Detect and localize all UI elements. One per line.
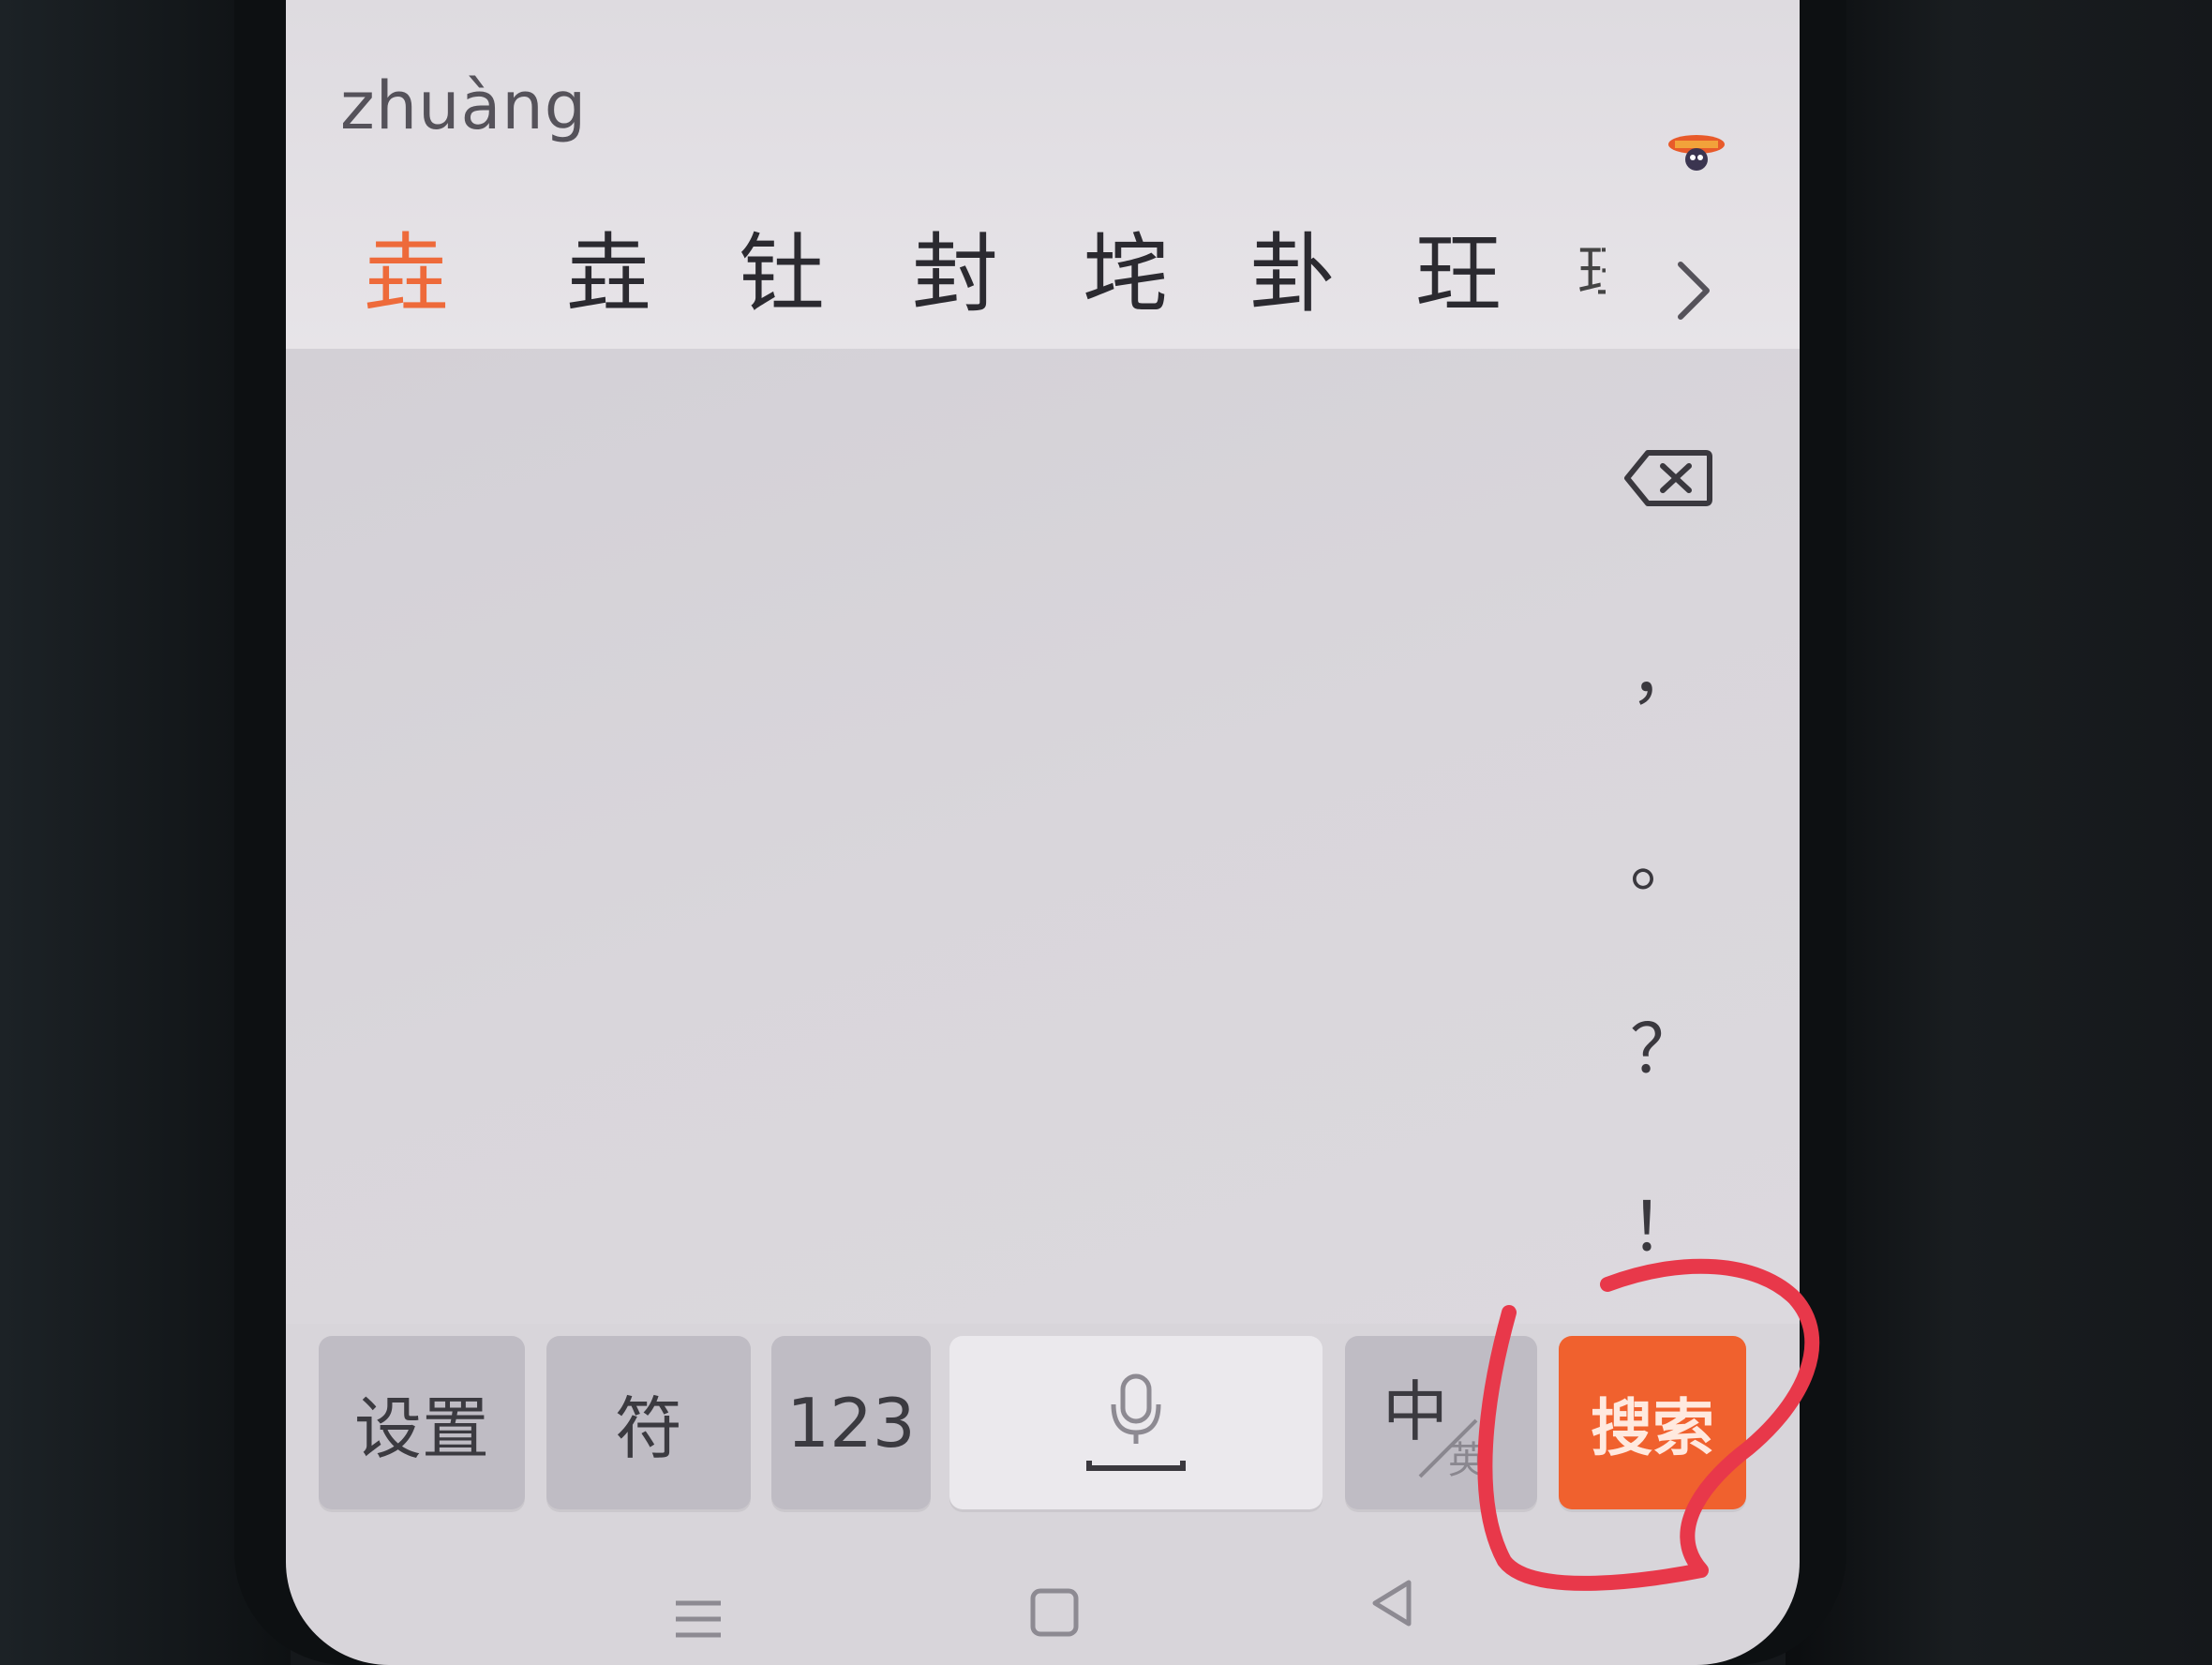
candidate-6[interactable]: 卦	[1249, 204, 1336, 329]
home-icon[interactable]	[1026, 1584, 1083, 1641]
candidate-3[interactable]: 钍	[739, 204, 825, 329]
handwriting-area[interactable]	[286, 349, 1800, 1324]
candidate-7[interactable]: 玨	[1415, 204, 1502, 329]
back-icon[interactable]	[1364, 1575, 1420, 1631]
symbols-key[interactable]: 符	[546, 1336, 751, 1509]
microphone-icon	[1086, 1373, 1186, 1471]
language-switch-key[interactable]: 中 英	[1345, 1336, 1537, 1509]
candidate-5[interactable]: 垞	[1083, 204, 1169, 329]
mascot-icon[interactable]	[1664, 131, 1729, 178]
candidate-partial[interactable]: 玨	[1577, 227, 1606, 308]
pinyin-composition: zhuàng	[340, 68, 588, 144]
candidate-1[interactable]: 垚	[363, 204, 449, 329]
backspace-icon[interactable]	[1622, 445, 1715, 511]
period-key[interactable]: 。	[1626, 806, 1701, 905]
candidate-bar: zhuàng 垚 垚 钍 封 垞 卦 玨 玨	[286, 0, 1800, 351]
candidate-2[interactable]: 垚	[565, 204, 651, 329]
phone-screen: zhuàng 垚 垚 钍 封 垞 卦 玨 玨 ， 。 ？ ！ 设置 符 123	[286, 0, 1800, 1665]
chevron-right-icon[interactable]	[1664, 253, 1720, 328]
exclaim-key[interactable]: ！	[1626, 1172, 1701, 1270]
question-key[interactable]: ？	[1626, 994, 1701, 1092]
candidate-4[interactable]: 封	[912, 204, 998, 329]
system-navbar	[286, 1547, 1800, 1665]
right-background	[1786, 0, 2212, 1665]
slash-divider	[1418, 1418, 1478, 1478]
comma-key[interactable]: ，	[1626, 619, 1701, 717]
settings-key[interactable]: 设置	[319, 1336, 525, 1509]
search-button[interactable]: 搜索	[1559, 1336, 1746, 1509]
menu-icon[interactable]	[670, 1594, 726, 1645]
numbers-key[interactable]: 123	[771, 1336, 931, 1509]
space-key[interactable]	[949, 1336, 1323, 1509]
